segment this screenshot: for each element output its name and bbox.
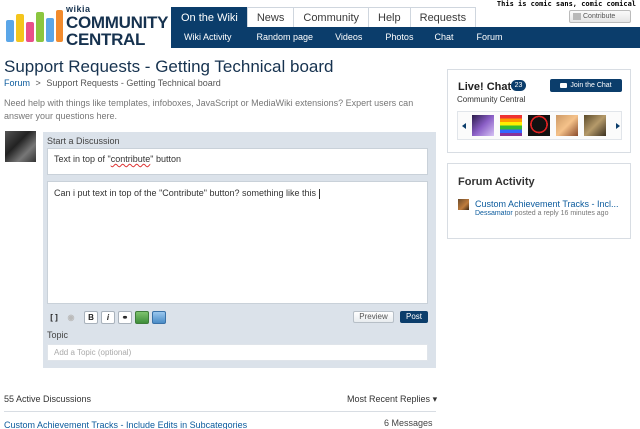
- divider: [4, 411, 436, 412]
- sub-navigation: Wiki Activity Random page Videos Photos …: [171, 27, 640, 48]
- user-tagline: This is comic sans, comic comical: [496, 0, 636, 8]
- wikia-community-central-logo[interactable]: wikia COMMUNITY CENTRAL: [6, 4, 168, 48]
- tab-requests[interactable]: Requests: [409, 7, 477, 27]
- tab-on-the-wiki[interactable]: On the Wiki: [171, 7, 248, 27]
- forum-activity-title: Forum Activity: [458, 176, 535, 188]
- subnav-photos[interactable]: Photos: [385, 27, 413, 48]
- thread-title-link[interactable]: Custom Achievement Tracks - Include Edit…: [4, 420, 247, 429]
- avatar[interactable]: [5, 131, 36, 162]
- page-title: Support Requests - Getting Technical boa…: [4, 57, 334, 76]
- subnav-random-page[interactable]: Random page: [257, 27, 314, 48]
- topic-label: Topic: [47, 330, 69, 340]
- subnav-wiki-activity[interactable]: Wiki Activity: [184, 27, 232, 48]
- live-chat-title: Live! Chat: [458, 81, 512, 93]
- bold-button[interactable]: B: [84, 310, 98, 324]
- chat-user-avatar[interactable]: [584, 115, 606, 136]
- topic-input[interactable]: Add a Topic (optional): [47, 344, 428, 361]
- activity-meta: Dessamator posted a reply 16 minutes ago: [475, 210, 608, 217]
- editor-toolbar: [ ] ◉ B i ⚭: [47, 310, 166, 324]
- contribute-button[interactable]: Contribute: [569, 10, 631, 23]
- logo-blocks-icon: [6, 10, 64, 46]
- chat-community-name: Community Central: [457, 95, 526, 104]
- discussion-body-textarea[interactable]: Can i put text in top of the "Contribute…: [47, 181, 428, 304]
- eye-icon[interactable]: ◉: [64, 311, 78, 324]
- carousel-right-arrow-icon[interactable]: [616, 123, 620, 129]
- logo-wordmark: wikia COMMUNITY CENTRAL: [66, 5, 169, 49]
- chat-user-count-badge: 23: [511, 80, 526, 91]
- activity-user-avatar[interactable]: [458, 199, 469, 210]
- source-mode-icon[interactable]: [ ]: [47, 311, 61, 324]
- subnav-videos[interactable]: Videos: [335, 27, 362, 48]
- global-header: wikia COMMUNITY CENTRAL On the Wiki News…: [0, 0, 640, 52]
- pencil-icon: [573, 13, 581, 20]
- contribute-label: Contribute: [583, 13, 616, 20]
- breadcrumb-separator: >: [35, 78, 41, 88]
- sort-label: Most Recent Replies: [347, 394, 431, 404]
- subnav-forum[interactable]: Forum: [476, 27, 502, 48]
- composer-label: Start a Discussion: [47, 136, 120, 146]
- board-description: Need help with things like templates, in…: [4, 98, 414, 121]
- add-image-icon[interactable]: [135, 310, 149, 324]
- tab-community[interactable]: Community: [293, 7, 369, 27]
- sort-dropdown[interactable]: Most Recent Replies ▾: [347, 394, 437, 405]
- add-video-icon[interactable]: [152, 310, 166, 324]
- chat-user-avatar[interactable]: [556, 115, 578, 136]
- chat-user-avatar[interactable]: [500, 115, 522, 136]
- carousel-left-arrow-icon[interactable]: [462, 123, 466, 129]
- activity-thread-link[interactable]: Custom Achievement Tracks - Incl...: [475, 199, 619, 209]
- breadcrumb-current: Support Requests - Getting Technical boa…: [46, 78, 221, 88]
- activity-time: posted a reply 16 minutes ago: [514, 210, 609, 217]
- tab-help[interactable]: Help: [368, 7, 411, 27]
- activity-user-link[interactable]: Dessamator: [475, 210, 513, 217]
- subnav-chat[interactable]: Chat: [434, 27, 453, 48]
- thread-message-count: 6 Messages: [384, 418, 433, 428]
- join-chat-button[interactable]: Join the Chat: [550, 79, 622, 92]
- logo-line-2: CENTRAL: [66, 30, 146, 49]
- title-text-misspelled: contribute: [110, 154, 151, 164]
- breadcrumb: Forum > Support Requests - Getting Techn…: [4, 78, 221, 88]
- title-text-end: " button: [150, 154, 181, 164]
- body-text: Can i put text in top of the "Contribute…: [54, 188, 317, 198]
- breadcrumb-forum-link[interactable]: Forum: [4, 78, 30, 88]
- italic-button[interactable]: i: [101, 310, 115, 324]
- active-discussions-count: 55 Active Discussions: [4, 394, 92, 404]
- logo-line-1: COMMUNITY: [66, 13, 169, 32]
- text-caret: [318, 188, 320, 199]
- chat-bubble-icon: [560, 83, 568, 88]
- join-chat-label: Join the Chat: [570, 82, 612, 89]
- chat-user-avatar[interactable]: [472, 115, 494, 136]
- title-text-start: Text in top of ": [54, 154, 111, 164]
- chat-user-avatar[interactable]: [528, 115, 550, 136]
- link-icon[interactable]: ⚭: [118, 310, 132, 324]
- tab-news[interactable]: News: [246, 7, 295, 27]
- preview-button[interactable]: Preview: [353, 311, 394, 323]
- top-navigation: On the Wiki News Community Help Requests: [171, 7, 477, 27]
- post-button[interactable]: Post: [400, 311, 428, 323]
- discussion-title-input[interactable]: Text in top of "contribute" button: [47, 148, 428, 175]
- chevron-down-icon: ▾: [432, 394, 438, 404]
